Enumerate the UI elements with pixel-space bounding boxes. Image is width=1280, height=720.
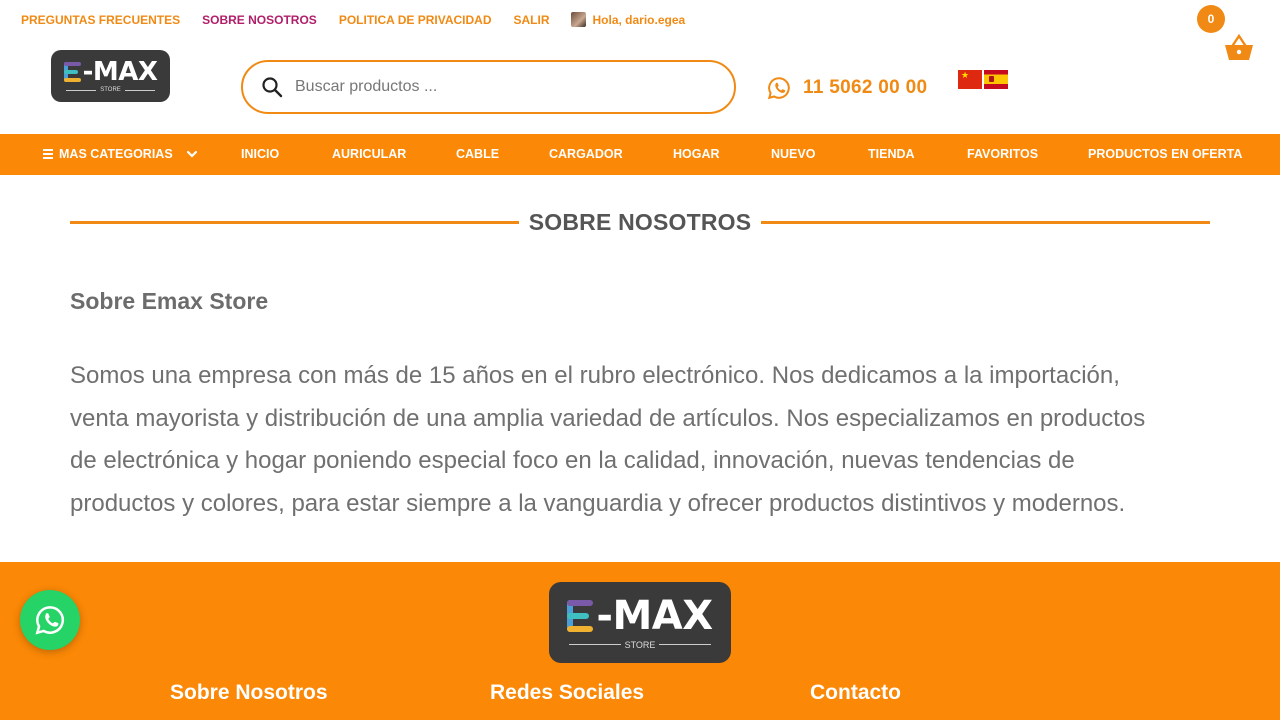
top-utility-nav: PREGUNTAS FRECUENTES SOBRE NOSOTROS POLI… [21, 12, 685, 27]
whatsapp-icon [35, 606, 65, 635]
nav-item-hogar[interactable]: HOGAR [673, 147, 720, 161]
chevron-down-icon [186, 150, 197, 158]
menu-icon [43, 149, 53, 159]
page: PREGUNTAS FRECUENTES SOBRE NOSOTROS POLI… [0, 0, 1280, 720]
heading-divider-left [70, 220, 519, 224]
faq-link[interactable]: PREGUNTAS FRECUENTES [21, 13, 180, 27]
user-greeting[interactable]: Hola, dario.egea [571, 12, 685, 27]
logo-sub-text: STORE [100, 87, 121, 93]
about-paragraph: Somos una empresa con más de 15 años en … [70, 355, 1210, 525]
about-link[interactable]: SOBRE NOSOTROS [202, 13, 317, 27]
footer-logo-subtitle: STORE [568, 639, 712, 650]
privacy-link[interactable]: POLITICA DE PRIVACIDAD [339, 13, 492, 27]
logo-e-mark-icon [567, 599, 595, 632]
avatar [571, 12, 587, 27]
spain-flag-icon[interactable] [984, 70, 1008, 89]
section-heading: SOBRE NOSOTROS [70, 206, 1211, 238]
categories-label: MAS CATEGORIAS [59, 147, 173, 161]
cart-button[interactable] [1224, 33, 1254, 67]
logo-wordmark: -MAX [63, 57, 158, 87]
phone-number: 11 5062 00 00 [803, 77, 928, 98]
nav-item-cargador[interactable]: CARGADOR [549, 147, 623, 161]
whatsapp-icon [767, 77, 790, 100]
about-line: de electrónica y hogar poniendo especial… [70, 447, 1075, 474]
whatsapp-float-button[interactable] [20, 590, 80, 650]
nav-item-auricular[interactable]: AURICULAR [332, 147, 406, 161]
logout-link[interactable]: SALIR [513, 13, 549, 27]
categories-dropdown[interactable]: MAS CATEGORIAS [43, 147, 199, 161]
footer-heading-about: Sobre Nosotros [170, 681, 328, 704]
basket-icon [1225, 33, 1253, 60]
heading-divider-right [761, 220, 1211, 224]
cart-count-badge[interactable]: 0 [1197, 5, 1225, 33]
language-switcher: ★ [958, 70, 1008, 89]
nav-item-inicio[interactable]: INICIO [241, 147, 279, 161]
footer: -MAX STORE Sobre Nosotros Redes Sociales… [0, 562, 1280, 720]
nav-item-tienda[interactable]: TIENDA [868, 147, 915, 161]
footer-logo[interactable]: -MAX STORE [549, 582, 731, 663]
main-navigation: MAS CATEGORIAS INICIO AURICULAR CABLE CA… [0, 134, 1280, 175]
about-line: productos y colores, para estar siempre … [70, 489, 1126, 517]
logo-text: -MAX [82, 57, 158, 87]
greeting-text: Hola, dario.egea [592, 12, 686, 27]
footer-heading-contact: Contacto [810, 681, 901, 704]
logo-e-mark-icon [63, 62, 82, 82]
nav-item-cable[interactable]: CABLE [456, 147, 499, 161]
footer-logo-text: -MAX [596, 592, 713, 639]
about-line: Somos una empresa con más de 15 años en … [70, 362, 1120, 389]
nav-item-favoritos[interactable]: FAVORITOS [967, 147, 1038, 161]
about-line: venta mayorista y distribución de una am… [70, 404, 1146, 432]
footer-logo-sub-text: STORE [624, 639, 656, 650]
page-title: SOBRE NOSOTROS [528, 208, 752, 235]
search-icon [262, 77, 283, 98]
logo-subtitle: STORE [66, 87, 155, 93]
footer-heading-social: Redes Sociales [490, 681, 645, 704]
about-title: Sobre Emax Store [70, 288, 269, 314]
site-logo[interactable]: -MAX STORE [51, 50, 170, 102]
nav-item-ofertas[interactable]: PRODUCTOS EN OFERTA [1088, 147, 1242, 161]
search-input[interactable] [295, 78, 695, 96]
china-flag-icon[interactable]: ★ [958, 70, 982, 89]
phone-contact[interactable]: 11 5062 00 00 [767, 76, 927, 100]
nav-item-nuevo[interactable]: NUEVO [771, 147, 815, 161]
footer-logo-wordmark: -MAX [567, 592, 713, 639]
search-bar[interactable] [241, 60, 736, 114]
